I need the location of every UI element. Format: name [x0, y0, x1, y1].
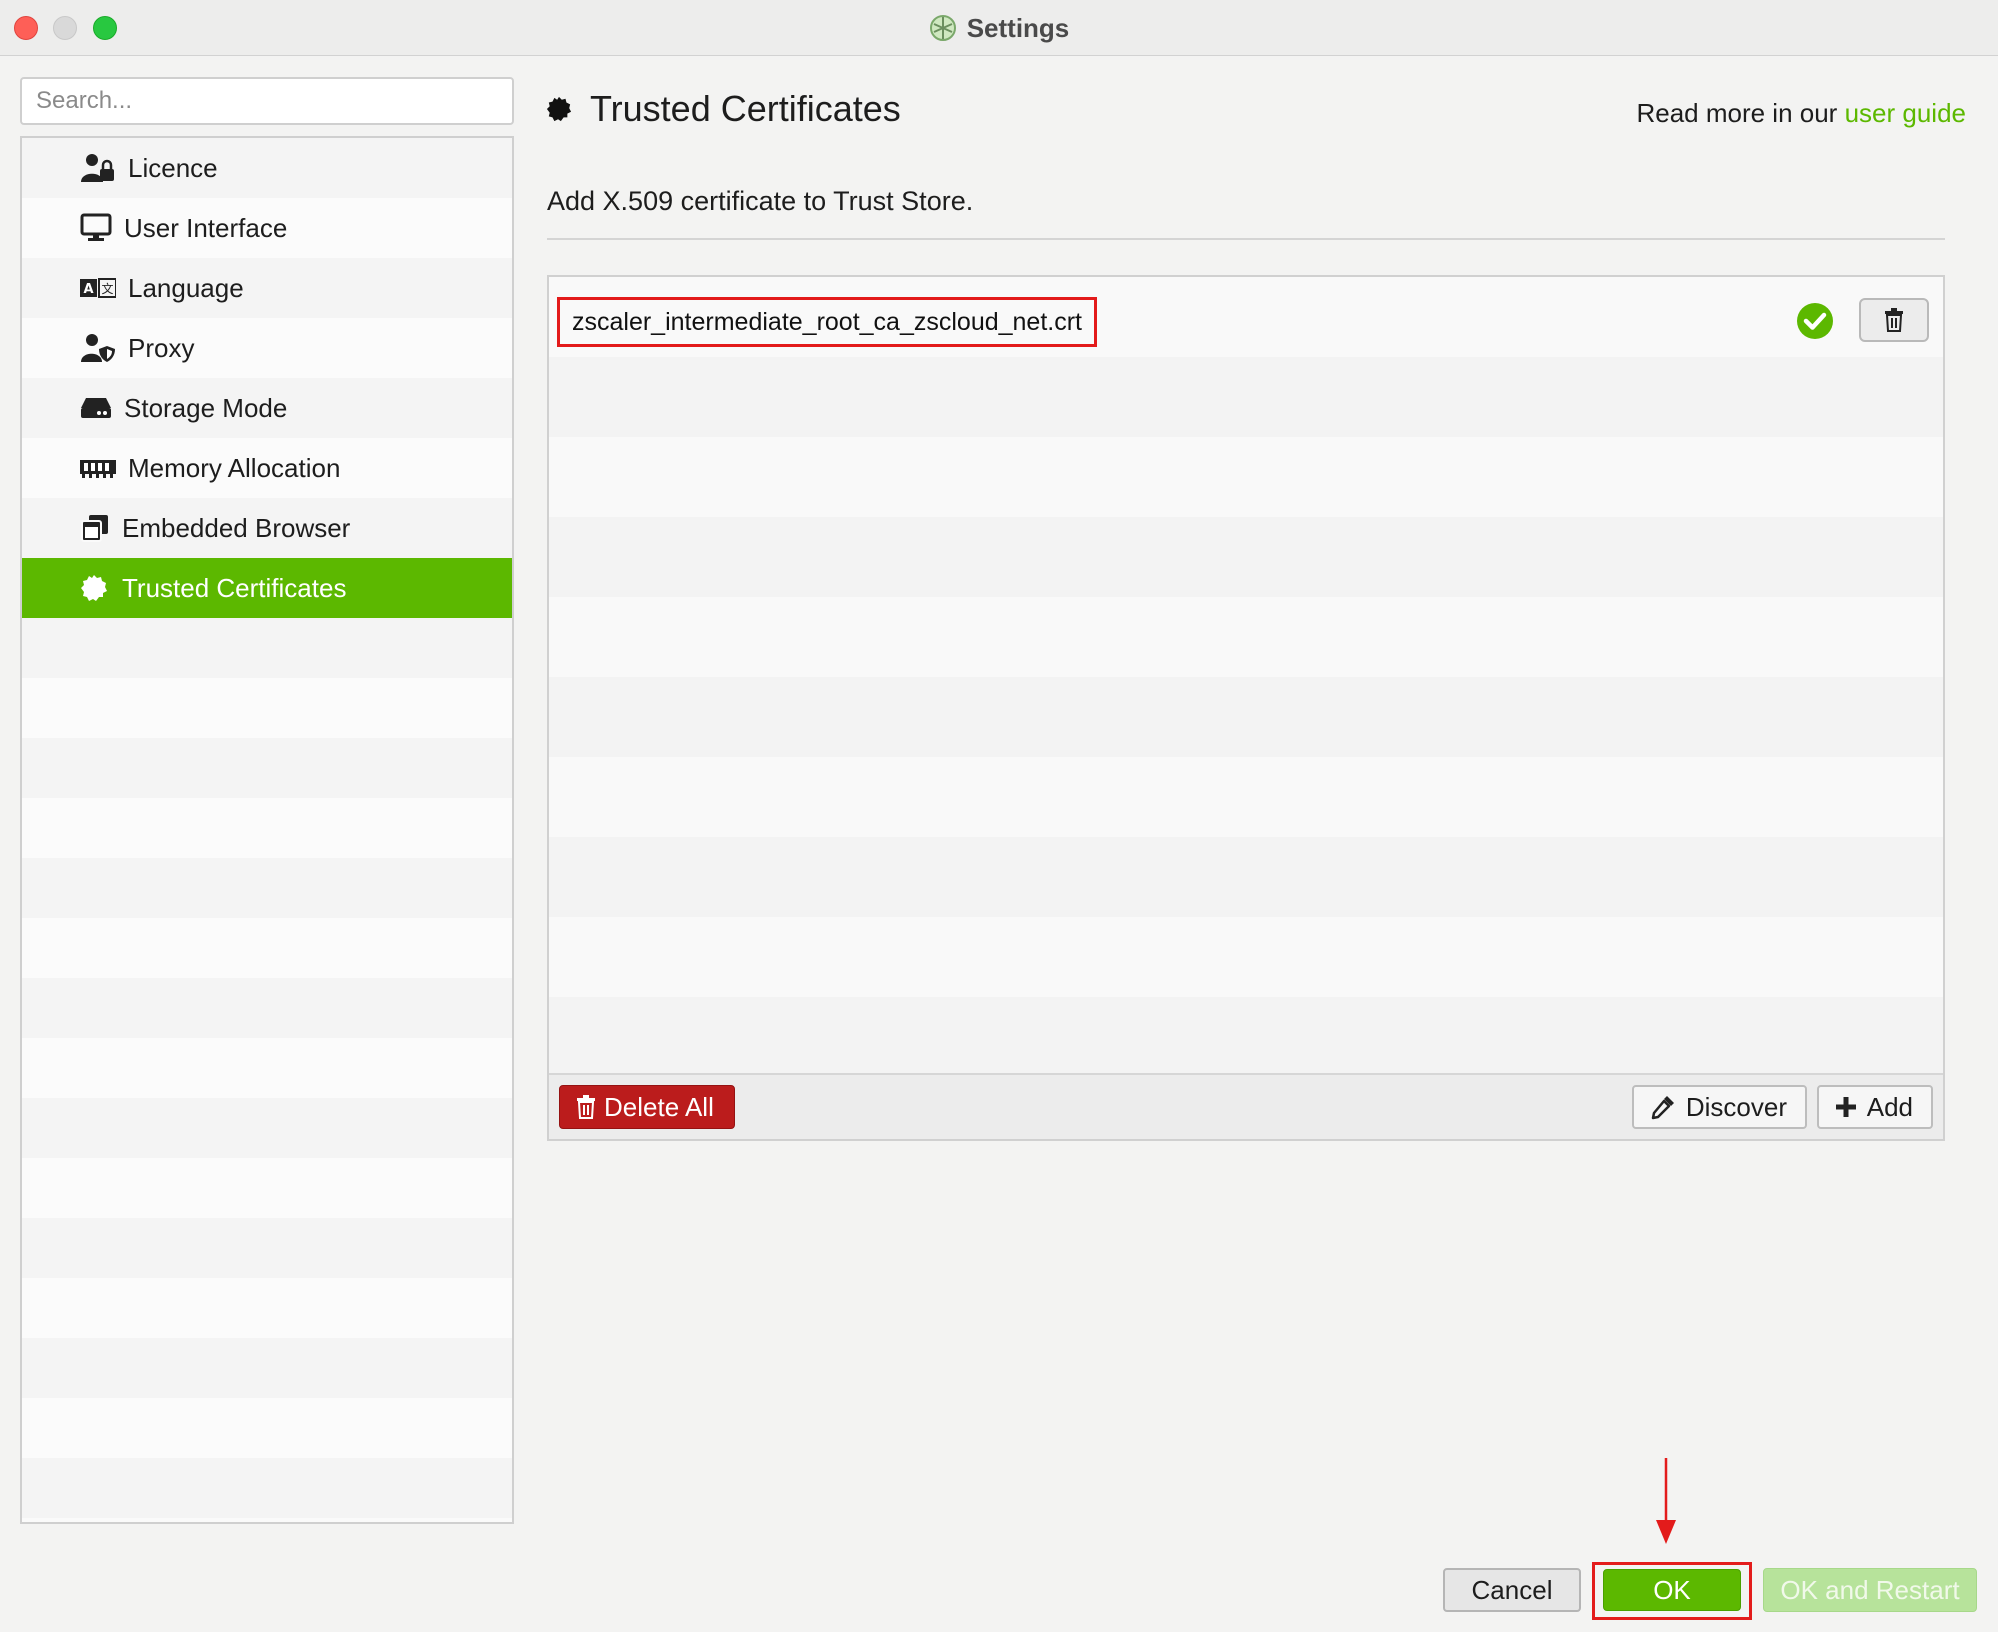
- down-arrow-annotation-icon: [1656, 1458, 1676, 1544]
- certificate-toolbar: Delete All Discover Add: [549, 1073, 1943, 1139]
- user-shield-icon: [80, 330, 116, 366]
- sidebar-item-trusted-certificates[interactable]: Trusted Certificates: [22, 558, 512, 618]
- monitor-icon: [80, 210, 112, 246]
- sidebar-empty-row: [22, 798, 512, 858]
- sidebar-item-user-interface[interactable]: User Interface: [22, 198, 512, 258]
- delete-all-label: Delete All: [604, 1091, 714, 1122]
- sidebar-empty-row: [22, 1338, 512, 1398]
- page-title: Trusted Certificates: [590, 88, 901, 129]
- window-title-group: Settings: [0, 0, 1998, 56]
- sidebar-item-label: Language: [128, 272, 244, 303]
- browser-windows-icon: [80, 510, 110, 546]
- ok-and-restart-button[interactable]: OK and Restart: [1763, 1568, 1977, 1612]
- sidebar-item-label: Trusted Certificates: [122, 572, 347, 603]
- sidebar-empty-row: [22, 1278, 512, 1338]
- read-more-text: Read more in our user guide: [1636, 98, 1966, 129]
- certificate-list-panel: zscaler_intermediate_root_ca_zscloud_net…: [547, 275, 1945, 1141]
- settings-sidebar: Licence User Interface A文 Language Proxy…: [20, 136, 514, 1524]
- sidebar-item-label: Proxy: [128, 332, 195, 363]
- discover-button[interactable]: Discover: [1631, 1085, 1807, 1129]
- search-input[interactable]: [20, 77, 514, 125]
- trash-icon: [1885, 308, 1903, 332]
- sidebar-empty-row: [22, 1218, 512, 1278]
- sidebar-item-proxy[interactable]: Proxy: [22, 318, 512, 378]
- empty-row: [549, 917, 1943, 997]
- window-title: Settings: [966, 12, 1070, 43]
- eyedropper-icon: [1651, 1096, 1674, 1120]
- empty-row: [549, 597, 1943, 677]
- trash-icon: [577, 1095, 595, 1119]
- sidebar-item-storage-mode[interactable]: Storage Mode: [22, 378, 512, 438]
- section-header: Trusted Certificates: [546, 88, 901, 130]
- empty-row: [549, 837, 1943, 917]
- sidebar-empty-row: [22, 978, 512, 1038]
- section-description: Add X.509 certificate to Trust Store.: [547, 186, 974, 216]
- sidebar-empty-row: [22, 918, 512, 978]
- empty-row: [549, 757, 1943, 837]
- empty-row: [549, 517, 1943, 597]
- sidebar-empty-row: [22, 738, 512, 798]
- sidebar-empty-row: [22, 1098, 512, 1158]
- empty-row: [549, 357, 1943, 437]
- sidebar-empty-row: [22, 1458, 512, 1518]
- delete-all-button[interactable]: Delete All: [559, 1085, 735, 1129]
- read-more-prefix: Read more in our: [1636, 98, 1838, 128]
- delete-certificate-button[interactable]: [1859, 298, 1929, 342]
- add-certificate-button[interactable]: Add: [1816, 1085, 1933, 1129]
- ok-button[interactable]: OK: [1603, 1569, 1741, 1611]
- memory-icon: [80, 450, 116, 486]
- sidebar-item-memory-allocation[interactable]: Memory Allocation: [22, 438, 512, 498]
- sidebar-item-label: Embedded Browser: [122, 512, 351, 543]
- certificate-row[interactable]: zscaler_intermediate_root_ca_zscloud_net…: [549, 277, 1943, 357]
- hard-drive-icon: [80, 390, 112, 426]
- certificate-badge-icon: [546, 96, 572, 122]
- sidebar-item-label: Licence: [128, 152, 218, 183]
- add-label: Add: [1866, 1091, 1913, 1122]
- sidebar-empty-row: [22, 1158, 512, 1218]
- certificate-badge-icon: [80, 570, 108, 606]
- sidebar-empty-row: [22, 1038, 512, 1098]
- check-circle-icon: [1797, 303, 1833, 339]
- divider: [547, 238, 1945, 240]
- empty-row: [549, 997, 1943, 1075]
- sidebar-empty-row: [22, 1398, 512, 1458]
- empty-row: [549, 677, 1943, 757]
- sidebar-item-label: Memory Allocation: [128, 452, 341, 483]
- certificate-name: zscaler_intermediate_root_ca_zscloud_net…: [557, 297, 1097, 347]
- user-guide-link[interactable]: user guide: [1845, 98, 1966, 128]
- sidebar-item-language[interactable]: A文 Language: [22, 258, 512, 318]
- sidebar-empty-row: [22, 858, 512, 918]
- sidebar-item-licence[interactable]: Licence: [22, 138, 512, 198]
- empty-row: [549, 437, 1943, 517]
- certificate-list: zscaler_intermediate_root_ca_zscloud_net…: [549, 277, 1943, 1075]
- app-logo-icon: [929, 15, 956, 41]
- sidebar-empty-row: [22, 678, 512, 738]
- language-icon: A文: [80, 270, 116, 306]
- sidebar-item-label: User Interface: [124, 212, 288, 243]
- plus-icon: [1835, 1097, 1856, 1117]
- discover-label: Discover: [1685, 1091, 1787, 1122]
- sidebar-empty-row: [22, 618, 512, 678]
- svg-text:A: A: [83, 282, 93, 297]
- title-bar: Settings: [0, 0, 1998, 56]
- sidebar-item-label: Storage Mode: [124, 392, 288, 423]
- sidebar-item-embedded-browser[interactable]: Embedded Browser: [22, 498, 512, 558]
- user-lock-icon: [80, 150, 116, 186]
- svg-text:文: 文: [101, 281, 113, 296]
- cancel-button[interactable]: Cancel: [1443, 1568, 1581, 1612]
